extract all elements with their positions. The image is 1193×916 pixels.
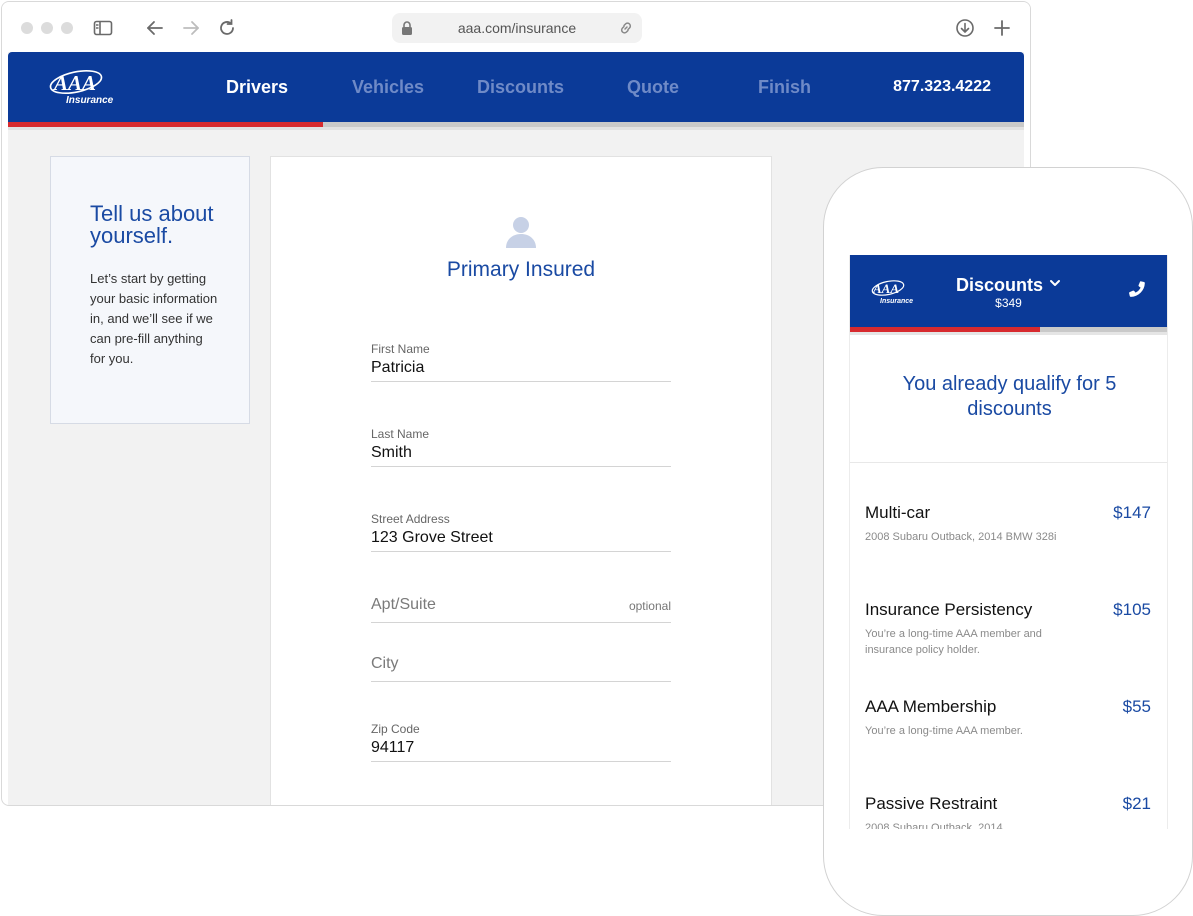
zip-code-field[interactable]: Zip Code 94117	[371, 722, 671, 762]
street-address-value[interactable]: 123 Grove Street	[371, 529, 493, 547]
discount-name: Multi-car	[865, 503, 931, 522]
mobile-screen: AAA Insurance Discounts $349 You already…	[849, 255, 1168, 829]
discount-amount: $55	[1122, 697, 1151, 716]
discount-amount: $21	[1122, 794, 1151, 813]
apt-suite-placeholder[interactable]: Apt/Suite	[371, 596, 436, 614]
mobile-total-price: $349	[995, 296, 1022, 310]
browser-toolbar: aaa.com/insurance	[2, 2, 1030, 52]
apt-suite-field[interactable]: Apt/Suite optional	[371, 583, 671, 623]
download-icon[interactable]	[954, 17, 976, 39]
mobile-section-title: Discounts	[955, 275, 1043, 295]
primary-insured-form: Primary Insured First Name Patricia Last…	[270, 156, 772, 805]
nav-item-vehicles[interactable]: Vehicles	[352, 77, 424, 98]
phone-mockup: AAA Insurance Discounts $349 You already…	[823, 167, 1193, 916]
nav-item-finish[interactable]: Finish	[758, 77, 811, 98]
window-minimize-button[interactable]	[41, 22, 53, 34]
intro-title: Tell us about yourself.	[90, 201, 214, 248]
first-name-label: First Name	[371, 342, 430, 356]
reload-icon[interactable]	[216, 17, 238, 39]
first-name-value[interactable]: Patricia	[371, 359, 424, 377]
divider	[850, 462, 1167, 463]
mobile-section-dropdown[interactable]: Discounts	[850, 273, 1167, 296]
discount-amount: $147	[1113, 503, 1151, 522]
aaa-logo-icon[interactable]: AAA Insurance	[48, 66, 120, 106]
first-name-field[interactable]: First Name Patricia	[371, 342, 671, 382]
zip-code-value[interactable]: 94117	[371, 739, 414, 757]
city-field[interactable]: City	[371, 642, 671, 682]
street-address-field[interactable]: Street Address 123 Grove Street	[371, 512, 671, 552]
user-avatar-icon	[504, 215, 538, 249]
intro-text: Let’s start by getting your basic inform…	[90, 271, 218, 366]
discount-description: 2008 Subaru Outback, 2014	[865, 822, 1003, 829]
form-title: Primary Insured	[446, 258, 596, 281]
last-name-value[interactable]: Smith	[371, 444, 412, 462]
discount-description: 2008 Subaru Outback, 2014 BMW 328i	[865, 531, 1057, 543]
chevron-down-icon	[1049, 273, 1061, 286]
discount-name: Insurance Persistency	[865, 600, 1033, 619]
phone-call-icon[interactable]	[1127, 279, 1147, 299]
sidebar-toggle-icon[interactable]	[92, 17, 114, 39]
forward-arrow-icon[interactable]	[180, 17, 202, 39]
window-close-button[interactable]	[21, 22, 33, 34]
street-address-label: Street Address	[371, 512, 450, 526]
intro-card: Tell us about yourself. Let’s start by g…	[50, 156, 250, 424]
last-name-label: Last Name	[371, 427, 430, 441]
city-placeholder[interactable]: City	[371, 655, 399, 673]
discount-headline: You already qualify for 5 discounts	[902, 373, 1117, 420]
new-tab-icon[interactable]	[991, 17, 1013, 39]
back-arrow-icon[interactable]	[144, 17, 166, 39]
last-name-field[interactable]: Last Name Smith	[371, 427, 671, 467]
nav-item-drivers[interactable]: Drivers	[226, 77, 288, 98]
nav-item-quote[interactable]: Quote	[627, 77, 679, 98]
address-url: aaa.com/insurance	[457, 20, 577, 36]
nav-item-discounts[interactable]: Discounts	[477, 77, 564, 98]
site-logo-subtext: Insurance	[66, 95, 114, 106]
link-icon[interactable]	[618, 20, 634, 36]
discount-amount: $105	[1113, 600, 1151, 619]
zip-code-label: Zip Code	[371, 722, 420, 736]
address-bar[interactable]: aaa.com/insurance	[392, 13, 642, 43]
mobile-progress-shadow	[850, 332, 1167, 335]
discount-description: You’re a long-time AAA member.	[865, 725, 1023, 737]
discount-description: You’re a long-time AAA member and insura…	[865, 628, 1042, 656]
apt-suite-optional-hint: optional	[628, 599, 671, 613]
progress-bar-shadow	[8, 127, 1024, 130]
site-header: AAA Insurance Drivers Vehicles Discounts…	[8, 52, 1024, 122]
window-zoom-button[interactable]	[61, 22, 73, 34]
discount-name: AAA Membership	[865, 697, 997, 716]
mobile-header: AAA Insurance Discounts $349	[850, 255, 1167, 327]
site-logo-text: AAA	[52, 71, 96, 95]
discount-name: Passive Restraint	[865, 794, 998, 813]
phone-number-link[interactable]: 877.323.4222	[893, 78, 991, 96]
